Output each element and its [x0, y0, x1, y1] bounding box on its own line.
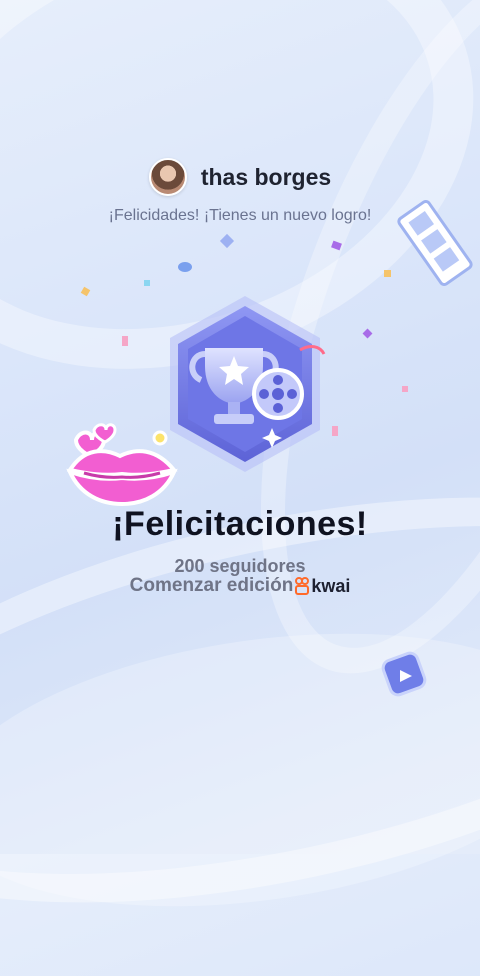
confetti-decoration [384, 270, 391, 277]
confetti-decoration [178, 262, 192, 272]
play-icon [381, 651, 427, 697]
confetti-decoration [332, 426, 338, 436]
confetti-decoration [362, 328, 373, 339]
confetti-decoration [144, 280, 150, 286]
start-editing-label[interactable]: Comenzar edición [130, 575, 294, 597]
confetti-decoration [219, 233, 235, 249]
confetti-decoration [122, 336, 128, 346]
user-row: thas borges [0, 158, 480, 196]
kwai-logo-icon [295, 577, 310, 595]
film-strip-icon [397, 199, 473, 287]
confetti-decoration [331, 240, 342, 251]
achievement-title: ¡Felicitaciones! [112, 505, 368, 543]
followers-count: 200 seguidores [174, 556, 306, 576]
kwai-logo: kwai [295, 576, 350, 597]
start-editing-row[interactable]: Comenzar edición kwai [0, 575, 480, 597]
confetti-decoration [80, 286, 91, 297]
kwai-brand-text: kwai [311, 575, 351, 596]
confetti-decoration [402, 386, 408, 392]
lips-sticker-icon [66, 423, 178, 507]
avatar[interactable] [148, 158, 187, 196]
username[interactable]: thas borges [201, 164, 331, 191]
